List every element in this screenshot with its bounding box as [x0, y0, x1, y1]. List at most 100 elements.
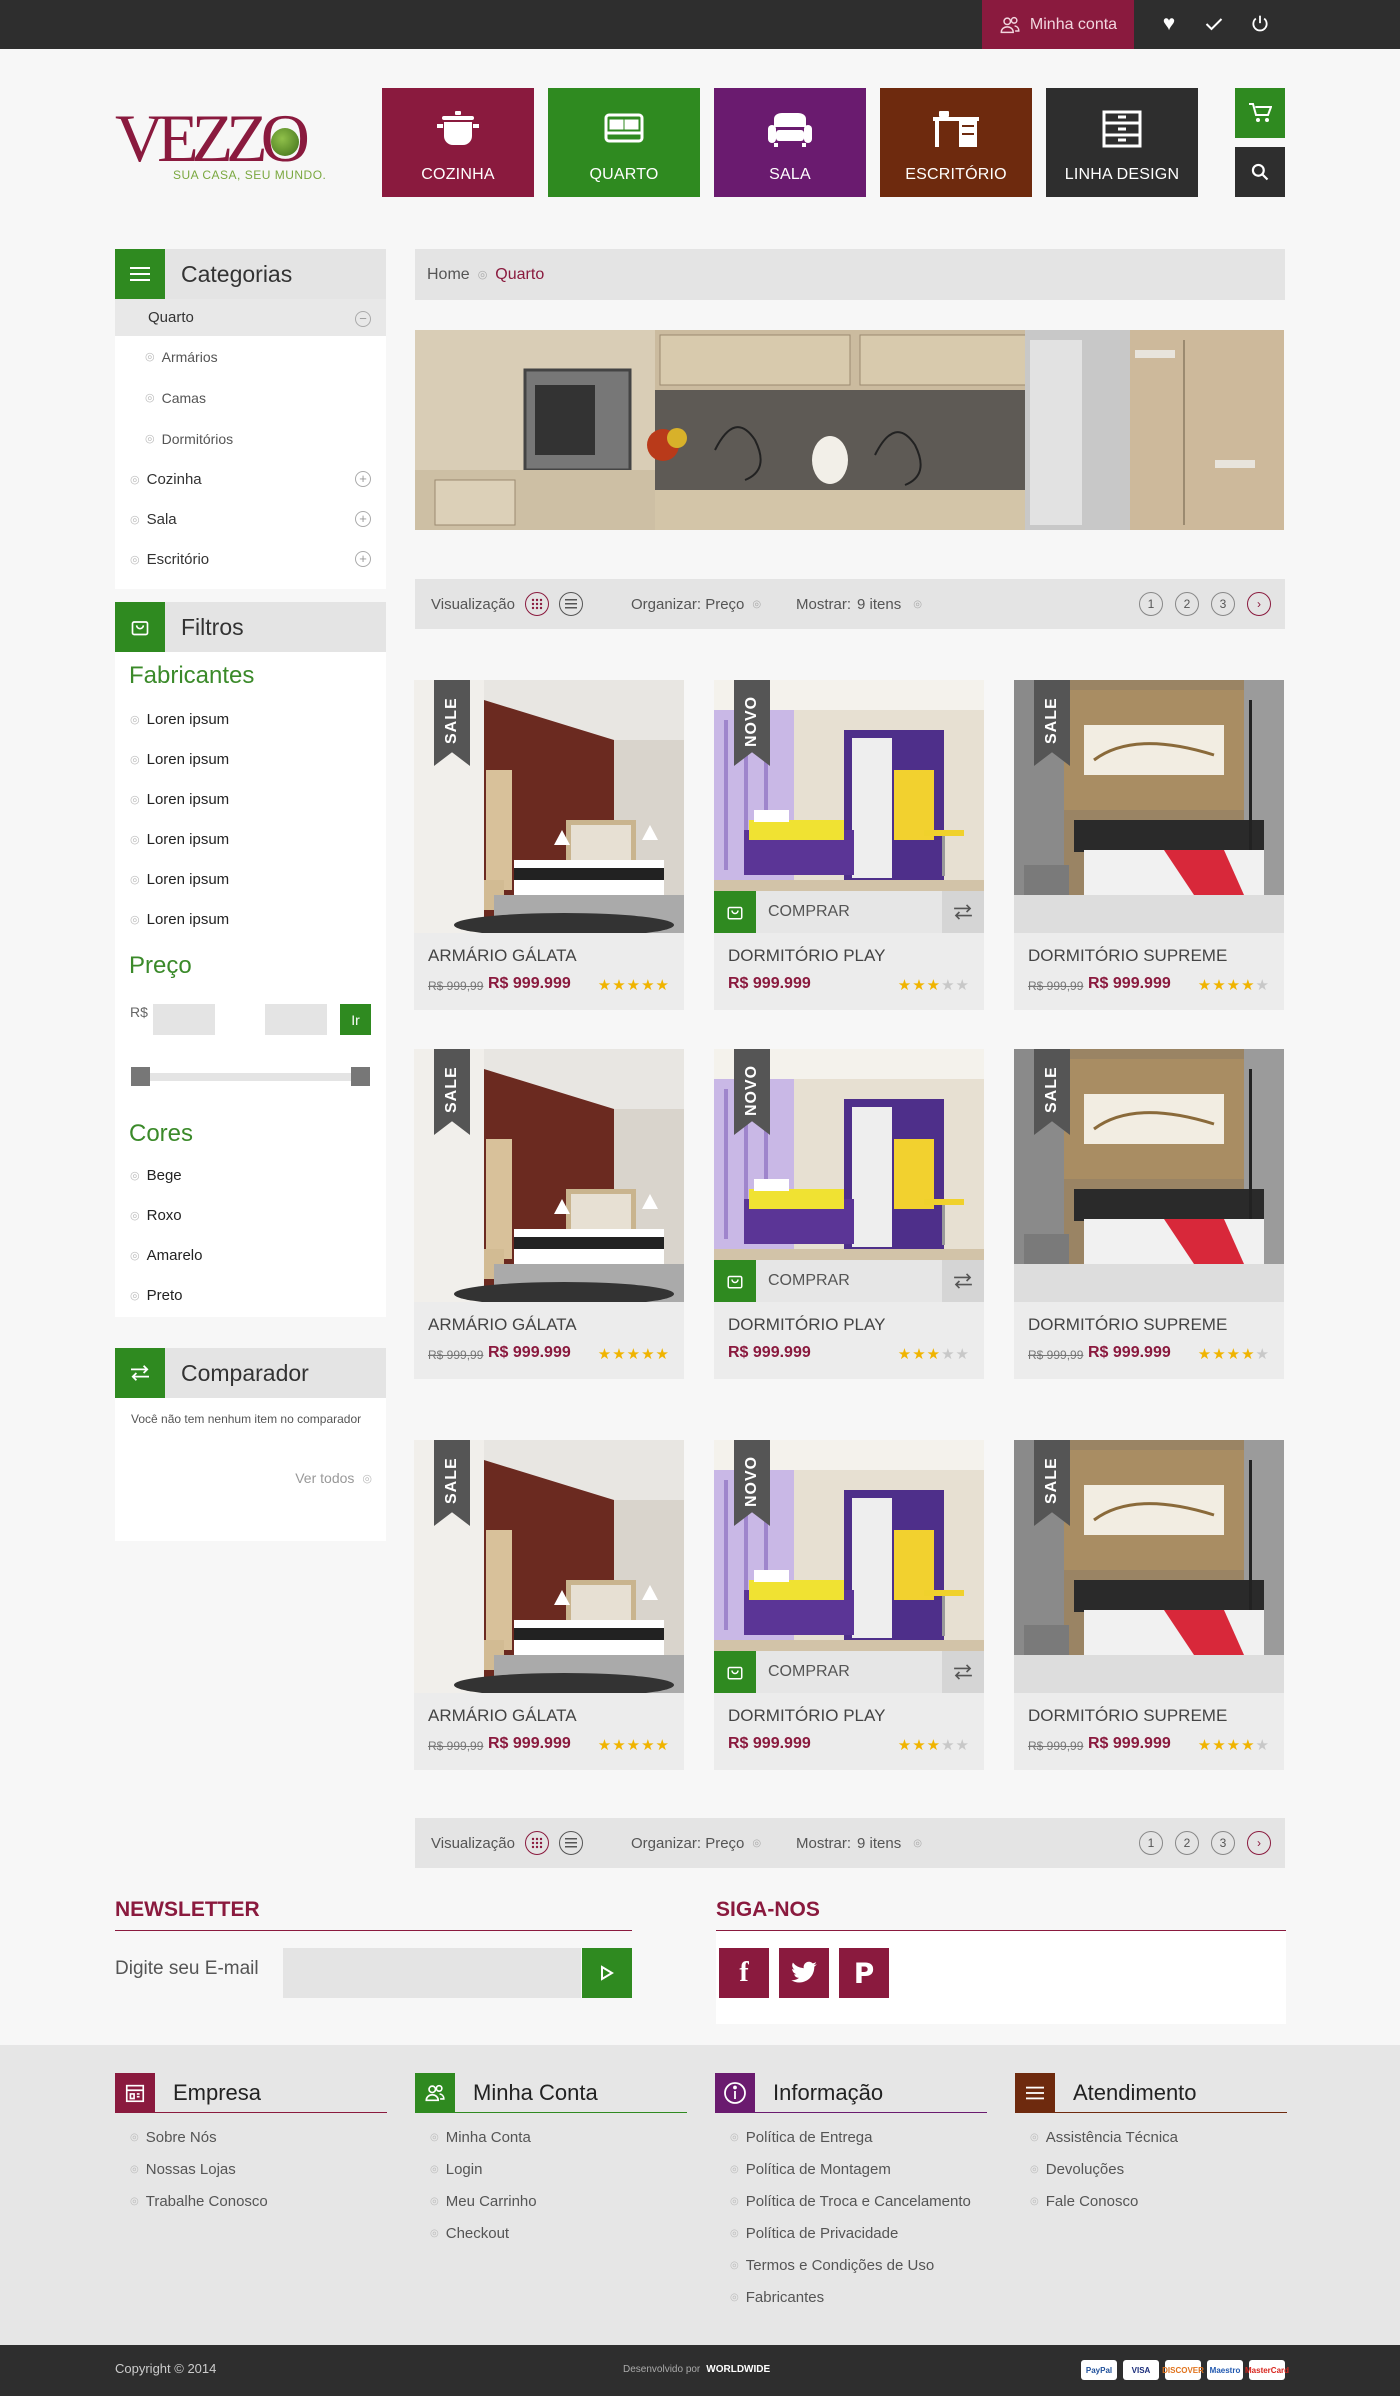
power-icon[interactable] [1246, 10, 1274, 38]
next-page-icon[interactable]: › [1247, 1831, 1271, 1855]
filter-option[interactable]: ◎ Loren ipsum [115, 779, 386, 819]
breadcrumb-home[interactable]: Home [427, 266, 470, 284]
footer-link[interactable]: ◎ Nossas Lojas [115, 2153, 387, 2185]
product-card[interactable]: SALE ARMÁRIO GÁLATA R$ 999,99 R$ 999.999 ★★★… [414, 1049, 684, 1379]
shopping-bag-icon[interactable] [714, 1260, 756, 1302]
filter-option[interactable]: ◎ Loren ipsum [115, 819, 386, 859]
show-count-dropdown[interactable]: Mostrar: 9 itens ◎ [796, 579, 922, 629]
page-2-button[interactable]: 2 [1175, 592, 1199, 616]
footer-link[interactable]: ◎ Checkout [415, 2217, 687, 2249]
product-name[interactable]: DORMITÓRIO SUPREME [1028, 1706, 1227, 1726]
show-count-dropdown[interactable]: Mostrar: 9 itens ◎ [796, 1818, 922, 1868]
sidebar-category-0[interactable]: Quarto − [115, 299, 386, 336]
price-go-button[interactable]: Ir [340, 1004, 371, 1035]
footer-link[interactable]: ◎ Política de Entrega [715, 2121, 987, 2153]
product-card[interactable]: NOVO COMPRAR DORMITÓRIO PLAY R$ 999.999 ★★★★… [714, 680, 984, 1010]
my-account-button[interactable]: Minha conta [982, 0, 1134, 49]
footer-link[interactable]: ◎ Meu Carrinho [415, 2185, 687, 2217]
category-tile-linha-design[interactable]: LINHA DESIGN [1046, 88, 1198, 197]
buy-button[interactable]: COMPRAR [756, 1651, 942, 1693]
footer-link[interactable]: ◎ Fale Conosco [1015, 2185, 1287, 2217]
product-card[interactable]: SALE ARMÁRIO GÁLATA R$ 999,99 R$ 999.999 ★★★… [414, 680, 684, 1010]
next-page-icon[interactable]: › [1247, 592, 1271, 616]
compare-arrows-icon[interactable] [942, 1260, 984, 1302]
filter-option[interactable]: ◎ Amarelo [115, 1235, 386, 1275]
category-tile-cozinha[interactable]: COZINHA [382, 88, 534, 197]
footer-link[interactable]: ◎ Devoluções [1015, 2153, 1287, 2185]
page-2-button[interactable]: 2 [1175, 1831, 1199, 1855]
shopping-bag-icon[interactable] [714, 891, 756, 933]
product-card[interactable]: NOVO COMPRAR DORMITÓRIO PLAY R$ 999.999 ★★★★… [714, 1049, 984, 1379]
price-slider-max-handle[interactable] [351, 1067, 370, 1086]
category-tile-escritório[interactable]: ESCRITÓRIO [880, 88, 1032, 197]
footer-link[interactable]: ◎ Termos e Condições de Uso [715, 2249, 987, 2281]
page-3-button[interactable]: 3 [1211, 1831, 1235, 1855]
product-card[interactable]: SALE DORMITÓRIO SUPREME R$ 999,99 R$ 999.99… [1014, 680, 1284, 1010]
footer-link[interactable]: ◎ Política de Montagem [715, 2153, 987, 2185]
product-name[interactable]: DORMITÓRIO PLAY [728, 1706, 885, 1726]
page-1-button[interactable]: 1 [1139, 1831, 1163, 1855]
product-name[interactable]: ARMÁRIO GÁLATA [428, 1706, 577, 1726]
footer-link[interactable]: ◎ Política de Privacidade [715, 2217, 987, 2249]
wishlist-heart-icon[interactable]: ♥ [1155, 10, 1183, 38]
category-tile-sala[interactable]: SALA [714, 88, 866, 197]
cart-button[interactable] [1235, 88, 1285, 138]
footer-link[interactable]: ◎ Login [415, 2153, 687, 2185]
buy-button[interactable]: COMPRAR [756, 1260, 942, 1302]
twitter-icon[interactable] [779, 1948, 829, 1998]
footer-link[interactable]: ◎ Sobre Nós [115, 2121, 387, 2153]
product-card[interactable]: SALE DORMITÓRIO SUPREME R$ 999,99 R$ 999.99… [1014, 1440, 1284, 1770]
filter-option[interactable]: ◎ Loren ipsum [115, 739, 386, 779]
newsletter-email-input[interactable] [283, 1948, 581, 1998]
collapse-minus-icon[interactable]: − [355, 311, 371, 327]
sidebar-category-2[interactable]: ◎ Sala + [115, 499, 386, 539]
footer-link[interactable]: ◎ Fabricantes [715, 2281, 987, 2313]
expand-plus-icon[interactable]: + [355, 551, 371, 567]
expand-plus-icon[interactable]: + [355, 511, 371, 527]
sort-dropdown[interactable]: Organizar: Preço ◎ [631, 579, 761, 629]
footer-link[interactable]: ◎ Trabalhe Conosco [115, 2185, 387, 2217]
filter-option[interactable]: ◎ Loren ipsum [115, 859, 386, 899]
developer-credit[interactable]: Desenvolvido por WORLDWIDE [623, 2364, 770, 2375]
product-card[interactable]: SALE DORMITÓRIO SUPREME R$ 999,99 R$ 999.99… [1014, 1049, 1284, 1379]
product-name[interactable]: DORMITÓRIO PLAY [728, 946, 885, 966]
product-name[interactable]: ARMÁRIO GÁLATA [428, 946, 577, 966]
sidebar-category-3[interactable]: ◎ Escritório + [115, 539, 386, 579]
compare-arrows-icon[interactable] [942, 891, 984, 933]
shopping-bag-icon[interactable] [714, 1651, 756, 1693]
facebook-icon[interactable]: f [719, 1948, 769, 1998]
price-min-input[interactable] [153, 1004, 215, 1035]
sidebar-category-1[interactable]: ◎ Cozinha + [115, 459, 386, 499]
page-3-button[interactable]: 3 [1211, 592, 1235, 616]
filter-option[interactable]: ◎ Bege [115, 1155, 386, 1195]
newsletter-submit-button[interactable] [582, 1948, 632, 1998]
list-view-icon[interactable] [558, 1831, 583, 1855]
grid-view-icon[interactable] [524, 592, 549, 616]
compare-arrows-icon[interactable] [942, 1651, 984, 1693]
product-card[interactable]: NOVO COMPRAR DORMITÓRIO PLAY R$ 999.999 ★★★★… [714, 1440, 984, 1770]
page-1-button[interactable]: 1 [1139, 592, 1163, 616]
product-name[interactable]: DORMITÓRIO SUPREME [1028, 946, 1227, 966]
sidebar-subcategory[interactable]: ◎ Armários [115, 336, 386, 377]
search-button[interactable] [1235, 147, 1285, 197]
site-logo[interactable]: VEZZO SUA CASA, SEU MUNDO. [115, 104, 326, 189]
filter-option[interactable]: ◎ Preto [115, 1275, 386, 1315]
list-view-icon[interactable] [558, 592, 583, 616]
sidebar-subcategory[interactable]: ◎ Camas [115, 377, 386, 418]
grid-view-icon[interactable] [524, 1831, 549, 1855]
checkmark-icon[interactable] [1200, 10, 1228, 38]
product-name[interactable]: DORMITÓRIO SUPREME [1028, 1315, 1227, 1335]
filter-option[interactable]: ◎ Roxo [115, 1195, 386, 1235]
category-tile-quarto[interactable]: QUARTO [548, 88, 700, 197]
expand-plus-icon[interactable]: + [355, 471, 371, 487]
product-card[interactable]: SALE ARMÁRIO GÁLATA R$ 999,99 R$ 999.999 ★★★… [414, 1440, 684, 1770]
buy-button[interactable]: COMPRAR [756, 891, 942, 933]
footer-link[interactable]: ◎ Assistência Técnica [1015, 2121, 1287, 2153]
price-max-input[interactable] [265, 1004, 327, 1035]
filter-option[interactable]: ◎ Loren ipsum [115, 699, 386, 739]
pinterest-icon[interactable]: 𝗣 [839, 1948, 889, 1998]
sort-dropdown[interactable]: Organizar: Preço ◎ [631, 1818, 761, 1868]
see-all-link[interactable]: Ver todos ◎ [295, 1470, 372, 1486]
footer-link[interactable]: ◎ Minha Conta [415, 2121, 687, 2153]
product-name[interactable]: ARMÁRIO GÁLATA [428, 1315, 577, 1335]
